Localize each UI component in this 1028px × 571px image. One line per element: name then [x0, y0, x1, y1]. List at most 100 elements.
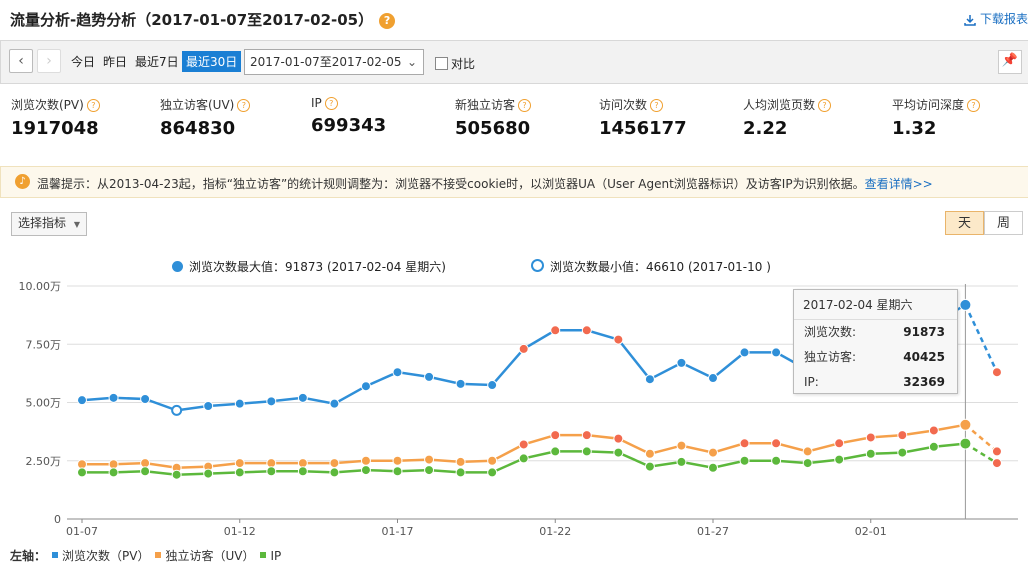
data-point [424, 454, 435, 465]
data-point [991, 458, 1002, 469]
x-tick-label: 01-12 [224, 525, 256, 538]
data-point [897, 447, 908, 458]
metric-pv: 浏览次数(PV)? 1917048 [11, 96, 100, 139]
help-icon[interactable]: ? [967, 99, 981, 112]
tooltip-label: 独立访客: [804, 350, 857, 364]
range-last-30-days[interactable]: 最近30日 [182, 51, 242, 72]
data-point [834, 454, 845, 465]
data-point [140, 394, 151, 405]
data-point [171, 469, 182, 480]
metric-value: 505680 [455, 118, 531, 139]
help-icon[interactable]: ? [324, 97, 338, 110]
compare-checkbox[interactable]: 对比 [435, 55, 475, 72]
data-point [487, 380, 498, 391]
data-point [991, 367, 1002, 378]
x-tick-label: 01-22 [539, 525, 571, 538]
range-last-7-days[interactable]: 最近7日 [135, 53, 179, 70]
range-yesterday[interactable]: 昨日 [103, 53, 127, 70]
tooltip-value: 91873 [903, 325, 945, 339]
tooltip-row: 浏览次数: 91873 [794, 320, 957, 345]
data-point [424, 465, 435, 476]
data-point [550, 430, 561, 441]
data-point [802, 458, 813, 469]
metric-uv: 独立访客(UV)? 864830 [160, 96, 251, 139]
tooltip-date: 2017-02-04 星期六 [794, 290, 957, 320]
download-report-link[interactable]: 下载报表 [964, 10, 1028, 27]
help-icon[interactable]: ? [650, 99, 664, 112]
data-point [708, 462, 718, 473]
data-point [108, 467, 119, 478]
data-point [518, 343, 529, 354]
data-point [203, 468, 214, 479]
data-point [708, 447, 718, 458]
granularity-week-button[interactable]: 周 [984, 211, 1023, 235]
series-line-forecast [964, 304, 999, 373]
data-point [140, 466, 151, 477]
data-point [329, 398, 340, 409]
data-point [959, 298, 972, 311]
range-today[interactable]: 今日 [71, 53, 95, 70]
data-point [991, 446, 1002, 457]
date-range-select[interactable]: 2017-01-07至2017-02-05 ⌄ [244, 49, 424, 75]
data-point [676, 456, 687, 467]
data-point [644, 374, 655, 385]
metric-label: 平均访问深度 [892, 98, 965, 112]
legend-prefix: 左轴： [10, 549, 47, 563]
data-point [234, 467, 245, 478]
data-point [392, 455, 403, 466]
data-point [771, 347, 782, 358]
tooltip-label: IP: [804, 375, 819, 389]
help-icon[interactable]: ? [237, 99, 251, 112]
metric-visits: 访问次数? 1456177 [599, 96, 687, 139]
data-point [487, 455, 498, 466]
data-point [865, 448, 876, 459]
help-icon[interactable]: ? [518, 99, 532, 112]
data-point [613, 447, 624, 458]
tooltip-row: 独立访客: 40425 [794, 345, 957, 370]
next-period-button[interactable]: › [37, 49, 61, 73]
legend-item-ip[interactable]: IP [270, 549, 281, 563]
caret-down-icon: ▼ [73, 220, 80, 229]
x-tick-label: 02-01 [855, 525, 887, 538]
tooltip-row: IP: 32369 [794, 370, 957, 395]
y-tick-label: 7.50万 [26, 338, 62, 351]
data-point [834, 438, 845, 449]
chart-tooltip: 2017-02-04 星期六 浏览次数: 91873 独立访客: 40425 IP:… [793, 289, 958, 394]
legend-swatch-uv [155, 552, 162, 558]
metric-ip: IP? 699343 [311, 96, 386, 136]
data-point [392, 466, 403, 477]
metric-label: 浏览次数(PV) [11, 98, 84, 112]
data-point [455, 467, 466, 478]
notice-details-link[interactable]: 查看详情>> [865, 177, 933, 191]
legend-item-pv[interactable]: 浏览次数（PV） [62, 549, 149, 563]
checkbox-icon [435, 57, 448, 70]
data-point [108, 459, 119, 470]
help-icon[interactable]: ? [379, 12, 396, 29]
metric-label: 新独立访客 [455, 98, 516, 112]
data-point [959, 418, 972, 431]
data-point [802, 446, 813, 457]
help-icon[interactable]: ? [818, 99, 832, 112]
metric-value: 864830 [160, 118, 236, 139]
data-point [266, 458, 277, 469]
granularity-day-button[interactable]: 天 [945, 211, 984, 235]
data-point [108, 392, 119, 403]
y-tick-label: 10.00万 [19, 280, 62, 293]
chevron-down-icon: ⌄ [406, 55, 417, 69]
metric-select-dropdown[interactable]: 选择指标 ▼ [11, 212, 87, 236]
data-point [77, 467, 87, 478]
help-icon[interactable]: ? [86, 99, 100, 112]
data-point [550, 446, 561, 457]
data-point [171, 404, 183, 416]
data-point [518, 453, 529, 464]
metric-select-label: 选择指标 [18, 216, 67, 230]
prev-period-button[interactable]: ‹ [9, 49, 33, 73]
x-tick-label: 01-17 [382, 525, 414, 538]
data-point [865, 432, 876, 443]
download-icon [964, 14, 976, 26]
pin-icon[interactable]: 📌 [998, 50, 1022, 74]
data-point [392, 367, 403, 378]
data-point [581, 446, 592, 457]
legend-item-uv[interactable]: 独立访客（UV） [165, 549, 254, 563]
data-point [581, 325, 592, 336]
